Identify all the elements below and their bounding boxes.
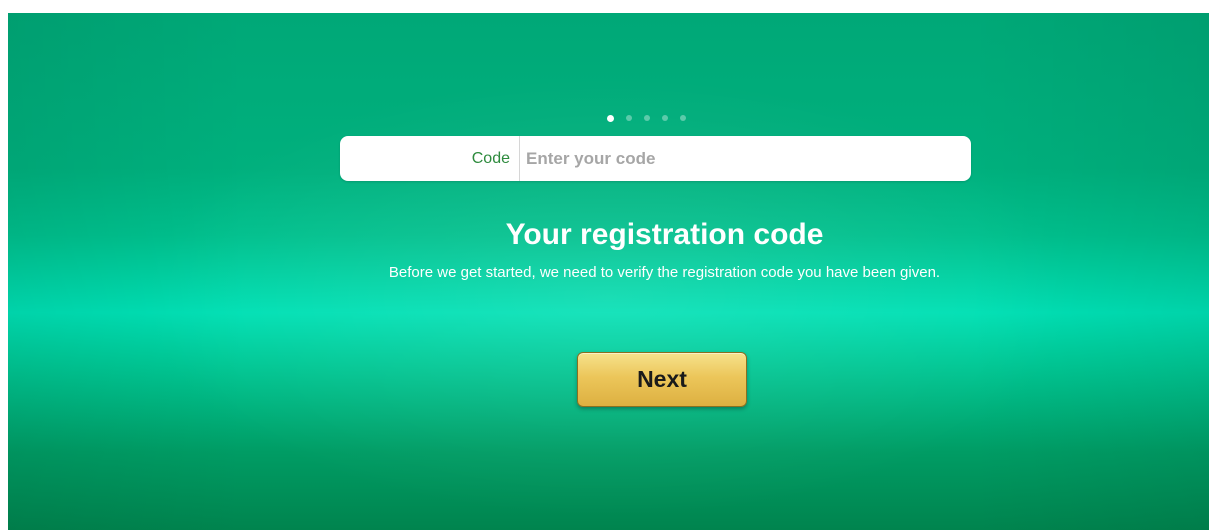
registration-panel: Code Your registration code Before we ge…	[8, 13, 1209, 530]
step-dot-2	[626, 115, 632, 121]
step-dot-4	[662, 115, 668, 121]
step-dot-5	[680, 115, 686, 121]
step-indicator	[607, 113, 686, 123]
code-field: Code	[340, 136, 971, 181]
code-input[interactable]	[520, 136, 971, 181]
step-dot-3	[644, 115, 650, 121]
step-dot-1	[607, 114, 614, 122]
next-button[interactable]: Next	[577, 352, 747, 407]
page-subtitle: Before we get started, we need to verify…	[388, 264, 941, 281]
page-title: Your registration code	[505, 218, 824, 251]
code-label: Code	[340, 136, 520, 181]
